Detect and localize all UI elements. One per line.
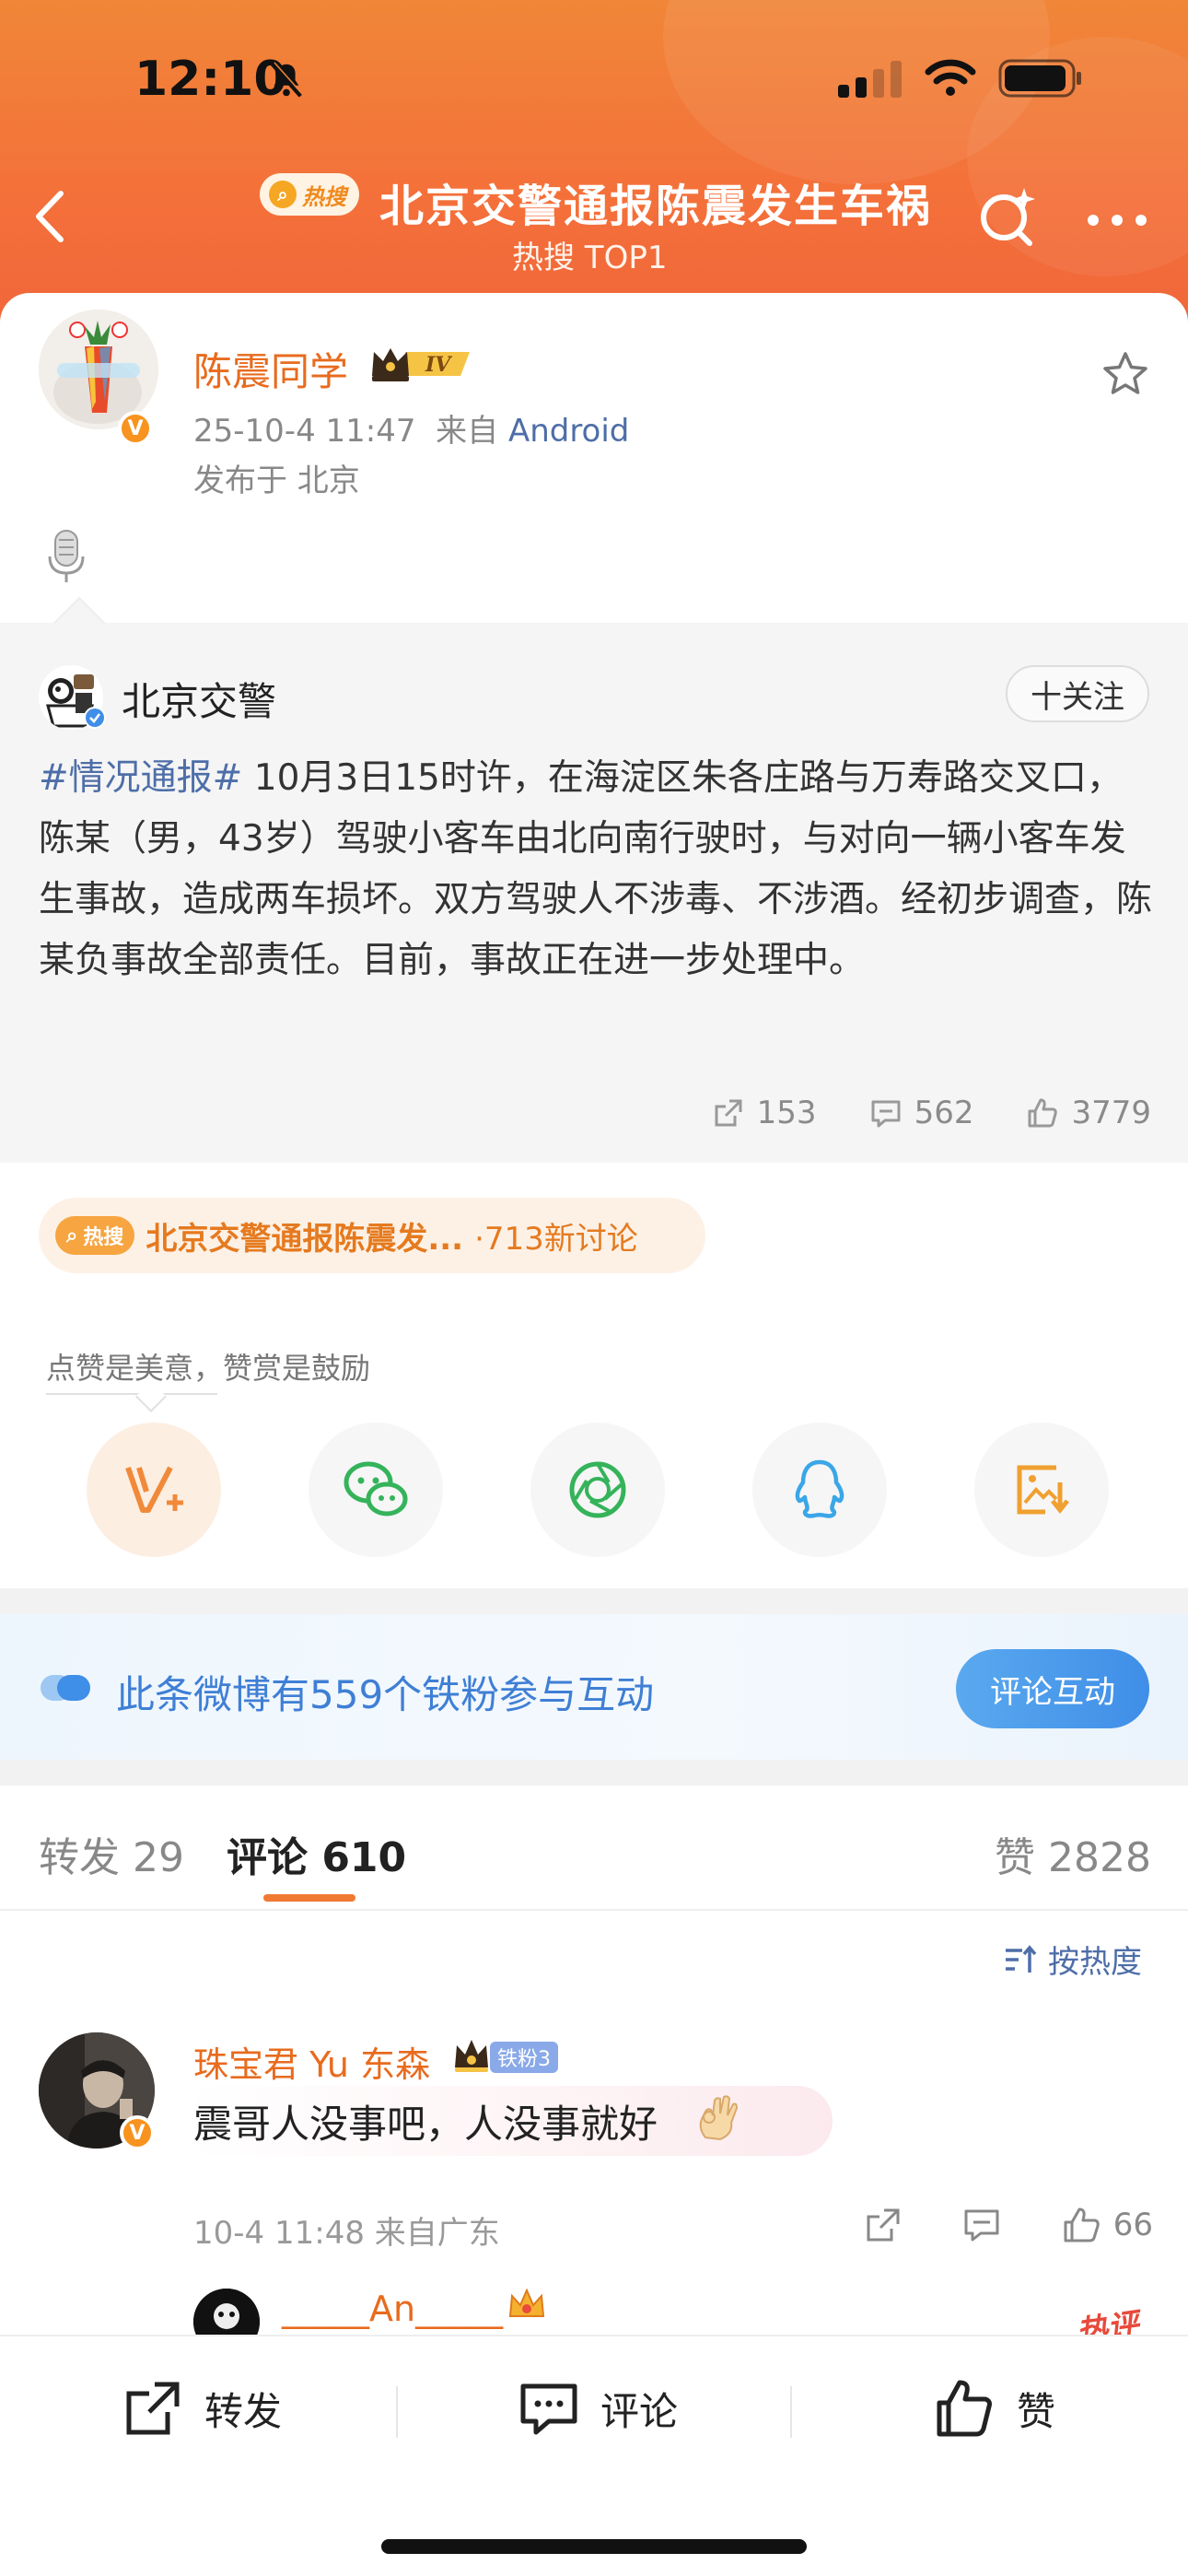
back-icon[interactable] <box>28 184 74 249</box>
page-title: 北京交警通报陈震发生车祸 <box>379 181 933 232</box>
comment-meta: 10-4 11:48 来自广东 <box>193 2215 500 2252</box>
author-name[interactable]: 陈震同学 <box>193 341 348 397</box>
reward-button[interactable] <box>87 1423 221 1557</box>
repost-count-value: 153 <box>756 1095 817 1131</box>
thumbs-up-icon <box>1064 2207 1100 2242</box>
repost-count[interactable]: 153 <box>711 1095 817 1131</box>
comment-icon <box>871 1100 901 1128</box>
tab-repost[interactable]: 转发 29 <box>39 1824 184 1883</box>
bottom-repost-button[interactable]: 转发 <box>122 2377 282 2440</box>
star-icon[interactable] <box>1100 348 1151 400</box>
topic-hot-label: 热搜 <box>83 1226 124 1249</box>
bottom-repost-label: 转发 <box>204 2388 283 2434</box>
section-separator <box>0 1760 1188 1786</box>
comment-count[interactable]: 562 <box>868 1095 974 1131</box>
repost-body: #情况通报# 10月3日15时许，在海淀区朱各庄路与万寿路交叉口，陈某（男，43… <box>39 748 1153 991</box>
sort-icon <box>1006 1944 1037 1973</box>
section-separator <box>0 1588 1188 1614</box>
bottom-divider <box>790 2386 792 2438</box>
share-qq-button[interactable] <box>752 1423 887 1557</box>
share-out-icon <box>715 1099 742 1127</box>
sort-label: 按热度 <box>1048 1944 1142 1981</box>
verified-badge: V <box>118 411 153 446</box>
search-sparkle-icon[interactable] <box>976 184 1041 249</box>
share-row <box>87 1423 1109 1557</box>
bottom-comment-button[interactable]: 评论 <box>518 2377 678 2440</box>
source-prefix: 来自 <box>436 413 499 450</box>
save-image-icon <box>1017 1465 1069 1515</box>
fans-banner-text: 此条微博有559个铁粉参与互动 <box>116 1672 655 1717</box>
cellular-signal-icon <box>838 61 902 98</box>
comment-like-count: 66 <box>1112 2207 1153 2243</box>
status-time: 12:10 <box>134 52 287 107</box>
fan-level-badge: 铁粉3 <box>490 2042 558 2073</box>
follow-button[interactable]: 十关注 <box>1006 665 1149 722</box>
tab-like[interactable]: 赞 2828 <box>995 1824 1151 1883</box>
post-time: 25-10-4 11:47 <box>193 413 416 450</box>
share-wechat-button[interactable] <box>309 1423 443 1557</box>
save-image-button[interactable] <box>974 1423 1109 1557</box>
like-count-value: 3779 <box>1071 1095 1151 1131</box>
repost-icon <box>126 2382 180 2435</box>
fans-icon <box>41 1675 90 1701</box>
v-plus-icon <box>125 1466 183 1513</box>
comment-actions: 66 <box>862 2204 1153 2246</box>
commenter-name[interactable]: 珠宝君 Yu 东森 <box>193 2036 430 2087</box>
svg-text:IV: IV <box>425 353 452 377</box>
crown-icon <box>508 2288 545 2317</box>
tip-underline <box>46 1393 217 1395</box>
search-icon: ⌕ <box>269 181 297 208</box>
share-out-icon[interactable] <box>862 2204 904 2246</box>
post-source[interactable]: Android <box>508 413 629 450</box>
thumbs-up-icon <box>1028 1098 1058 1128</box>
topic-text: 北京交警通报陈震发... <box>146 1220 464 1258</box>
like-count[interactable]: 3779 <box>1025 1095 1151 1131</box>
repost-stats: 153 562 3779 <box>700 1095 1151 1131</box>
post-meta: 25-10-4 11:47 来自 Android <box>193 405 629 451</box>
thumbs-up-icon <box>937 2380 992 2437</box>
blue-verified-icon <box>84 707 106 729</box>
moments-icon <box>569 1461 626 1518</box>
active-tab-indicator <box>263 1894 355 1902</box>
share-moments-button[interactable] <box>530 1423 665 1557</box>
comment-like[interactable]: 66 <box>1060 2204 1153 2246</box>
tab-comment[interactable]: 评论 610 <box>227 1824 406 1883</box>
more-icon[interactable] <box>1085 206 1149 234</box>
hashtag-link[interactable]: #情况通报# <box>39 757 242 799</box>
wechat-icon <box>344 1461 408 1516</box>
bottom-like-label: 赞 <box>1017 2388 1056 2434</box>
microphone-icon[interactable] <box>46 529 87 584</box>
hot-search-badge: ⌕ 热搜 <box>260 173 359 216</box>
bottom-comment-label: 评论 <box>600 2388 679 2434</box>
comment-icon[interactable] <box>961 2204 1003 2246</box>
comment-interact-button[interactable]: 评论互动 <box>956 1649 1149 1728</box>
bottom-like-button[interactable]: 赞 <box>934 2377 1055 2440</box>
topic-count: ·713新讨论 <box>474 1220 638 1258</box>
topic-hot-badge: ⌕ 热搜 <box>55 1216 135 1255</box>
comment-icon <box>520 2383 577 2435</box>
sort-button[interactable]: 按热度 <box>1002 1937 1142 1982</box>
verified-badge: V <box>120 2115 155 2150</box>
comment-text: 震哥人没事吧，人没事就好 <box>193 2102 658 2147</box>
post-location: 发布于 北京 <box>193 463 360 499</box>
page-subtitle: 热搜 TOP1 <box>512 240 668 276</box>
wifi-icon <box>925 59 976 96</box>
level-crown-icon: IV <box>372 348 470 381</box>
repost-author-name[interactable]: 北京交警 <box>122 671 276 727</box>
topic-chip[interactable]: ⌕ 热搜 北京交警通报陈震发... ·713新讨论 <box>39 1198 705 1273</box>
ok-hand-emoji-icon <box>699 2095 739 2141</box>
qq-icon <box>795 1459 844 1518</box>
tabs-divider <box>0 1909 1188 1911</box>
bottom-divider <box>396 2386 398 2438</box>
reward-tip: 点赞是美意，赞赏是鼓励 <box>46 1351 371 1386</box>
search-icon: ⌕ <box>66 1224 78 1247</box>
battery-icon <box>998 59 1081 98</box>
comment-count-value: 562 <box>914 1095 974 1131</box>
home-indicator <box>381 2539 807 2554</box>
hot-search-label: 热搜 <box>302 183 346 210</box>
reply-author-name[interactable]: _____An_____ <box>282 2289 503 2329</box>
bell-off-icon <box>271 62 304 98</box>
crown-icon <box>455 2040 488 2072</box>
